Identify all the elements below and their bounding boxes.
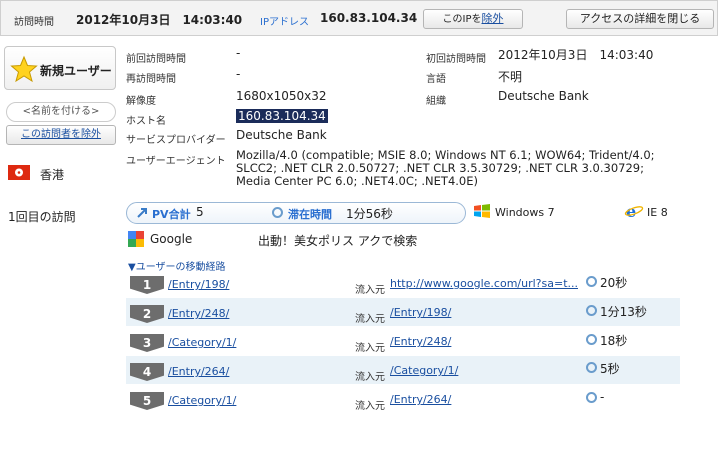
- path-source-link[interactable]: /Entry/198/: [390, 306, 451, 319]
- org-label: 組織: [426, 96, 446, 107]
- path-source-link[interactable]: /Category/1/: [390, 364, 458, 377]
- source-label: 流入元: [355, 401, 385, 412]
- search-engine-label: Google: [150, 232, 193, 246]
- exclude-ip-prefix: このIPを: [442, 14, 482, 25]
- new-user-card[interactable]: 新規ユーザー: [4, 46, 116, 90]
- path-time: 1分13秒: [600, 305, 647, 319]
- prev-visit-label: 前回訪問時間: [126, 54, 186, 65]
- resolution-value: 1680x1050x32: [236, 89, 327, 103]
- path-time: 20秒: [600, 276, 628, 290]
- clock-icon: [586, 276, 597, 287]
- host-label: ホスト名: [126, 116, 166, 127]
- pv-value: 5: [196, 205, 204, 219]
- source-label: 流入元: [355, 372, 385, 383]
- user-agent-label: ユーザーエージェント: [126, 156, 226, 167]
- resolution-label: 解像度: [126, 96, 156, 107]
- close-details-button[interactable]: アクセスの詳細を閉じる: [566, 9, 714, 29]
- source-label: 流入元: [355, 314, 385, 325]
- ip-value: 160.83.104.34: [320, 11, 418, 25]
- exclude-visitor-link[interactable]: この訪問者を除外: [21, 129, 101, 140]
- user-agent-value: Mozilla/4.0 (compatible; MSIE 8.0; Windo…: [236, 148, 655, 188]
- path-source-link[interactable]: /Entry/264/: [390, 393, 451, 406]
- clock-icon: [586, 334, 597, 345]
- browser-label: IE 8: [647, 206, 668, 219]
- country-label: 香港: [40, 168, 65, 182]
- exclude-ip-link[interactable]: 除外: [481, 12, 503, 25]
- ip-label: IPアドレス: [260, 17, 309, 28]
- os-label: Windows 7: [495, 206, 555, 219]
- google-icon: [128, 231, 144, 247]
- first-visit-value: 2012年10月3日 14:03:40: [498, 48, 654, 62]
- clock-icon: [586, 362, 597, 373]
- windows-logo-icon: [474, 204, 490, 218]
- path-time: -: [600, 390, 605, 404]
- search-query: 出動！美女ポリス アクで検索: [258, 234, 418, 248]
- clock-icon: [586, 392, 597, 403]
- path-source-link[interactable]: /Entry/248/: [390, 335, 451, 348]
- star-icon: [10, 55, 38, 83]
- language-value: 不明: [498, 70, 523, 84]
- pv-label: PV合計: [152, 208, 191, 221]
- ie-logo-icon: e: [624, 202, 644, 220]
- path-page-link[interactable]: /Category/1/: [168, 394, 236, 407]
- path-time: 5秒: [600, 362, 620, 376]
- new-user-label: 新規ユーザー: [40, 64, 112, 78]
- path-header[interactable]: ▼ユーザーの移動経路: [128, 258, 226, 273]
- clock-icon: [586, 305, 597, 316]
- visit-time-label: 訪問時間: [14, 17, 54, 28]
- path-page-link[interactable]: /Entry/198/: [168, 278, 229, 291]
- exclude-visitor-button[interactable]: この訪問者を除外: [6, 125, 116, 145]
- path-time: 18秒: [600, 334, 628, 348]
- provider-value: Deutsche Bank: [236, 128, 327, 142]
- language-label: 言語: [426, 74, 446, 85]
- org-value: Deutsche Bank: [498, 89, 589, 103]
- hongkong-flag-icon: [8, 165, 30, 180]
- source-label: 流入元: [355, 285, 385, 296]
- source-label: 流入元: [355, 343, 385, 354]
- revisit-value: -: [236, 67, 241, 81]
- step-badge: 1: [130, 276, 164, 294]
- first-visit-label: 初回訪問時間: [426, 54, 486, 65]
- path-page-link[interactable]: /Entry/248/: [168, 307, 229, 320]
- host-value: 160.83.104.34: [236, 109, 328, 123]
- visit-count-label: 1回目の訪問: [8, 210, 76, 224]
- path-page-link[interactable]: /Category/1/: [168, 336, 236, 349]
- stay-label: 滞在時間: [288, 208, 332, 221]
- path-source-link[interactable]: http://www.google.com/url?sa=t...: [390, 277, 578, 290]
- provider-label: サービスプロバイダー: [126, 135, 226, 146]
- exclude-ip-button[interactable]: このIPを除外: [423, 9, 523, 29]
- revisit-label: 再訪問時間: [126, 74, 176, 85]
- path-page-link[interactable]: /Entry/264/: [168, 365, 229, 378]
- step-badge: 5: [130, 392, 164, 410]
- step-badge: 3: [130, 334, 164, 352]
- stay-value: 1分56秒: [346, 207, 393, 221]
- clock-icon: [272, 207, 283, 218]
- arrow-icon: [137, 208, 147, 218]
- prev-visit-value: -: [236, 46, 241, 60]
- visit-time-value: 2012年10月3日 14:03:40: [76, 13, 243, 27]
- name-tag-button[interactable]: <名前を付ける>: [6, 102, 116, 122]
